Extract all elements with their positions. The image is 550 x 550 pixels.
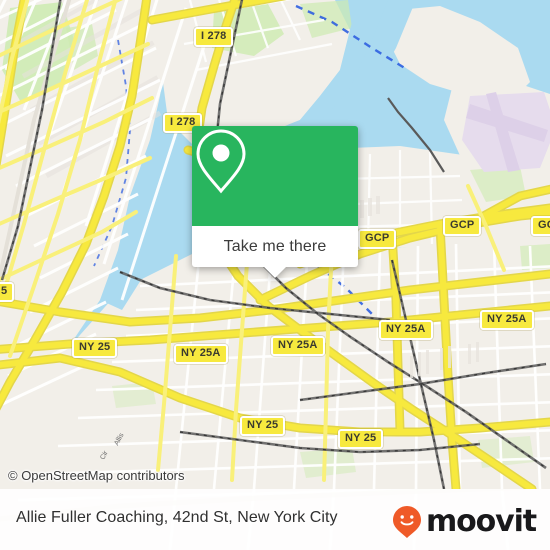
location-popup-card[interactable]: Take me there — [192, 126, 358, 278]
moovit-brand[interactable]: moovit — [392, 504, 537, 539]
road-shield: NY 25A — [271, 336, 325, 356]
road-shield: 5 — [0, 282, 15, 302]
road-shield: NY 25 — [240, 416, 286, 436]
map-screenshot: I 278I 278GCPGCPGC5NY 25ANY 25ANY 25ANY … — [0, 0, 550, 550]
footer-bar: Allie Fuller Coaching, 42nd St, New York… — [0, 489, 550, 550]
smiling-pin-icon — [392, 506, 421, 538]
popup-action-area[interactable]: Take me there — [192, 226, 358, 278]
road-shield: I 278 — [194, 27, 234, 47]
map-canvas[interactable]: I 278I 278GCPGCPGC5NY 25ANY 25ANY 25ANY … — [0, 0, 550, 489]
moovit-wordmark: moovit — [425, 504, 537, 539]
road-shield: NY 25A — [174, 344, 228, 364]
popup-tail — [264, 267, 286, 278]
page-title: Allie Fuller Coaching, 42nd St, New York… — [16, 509, 338, 526]
road-shield: GCP — [358, 229, 397, 249]
map-pin-icon — [196, 129, 246, 194]
take-me-there-label: Take me there — [223, 237, 327, 255]
road-shield: NY 25 — [72, 338, 118, 358]
road-shield: GCP — [443, 216, 482, 236]
road-shield: GC — [531, 216, 550, 236]
popup-icon-area — [192, 126, 358, 226]
road-shield: NY 25A — [379, 320, 433, 340]
road-shield: NY 25A — [480, 310, 534, 330]
osm-attribution[interactable]: © OpenStreetMap contributors — [8, 468, 185, 483]
road-shield: NY 25 — [338, 429, 384, 449]
